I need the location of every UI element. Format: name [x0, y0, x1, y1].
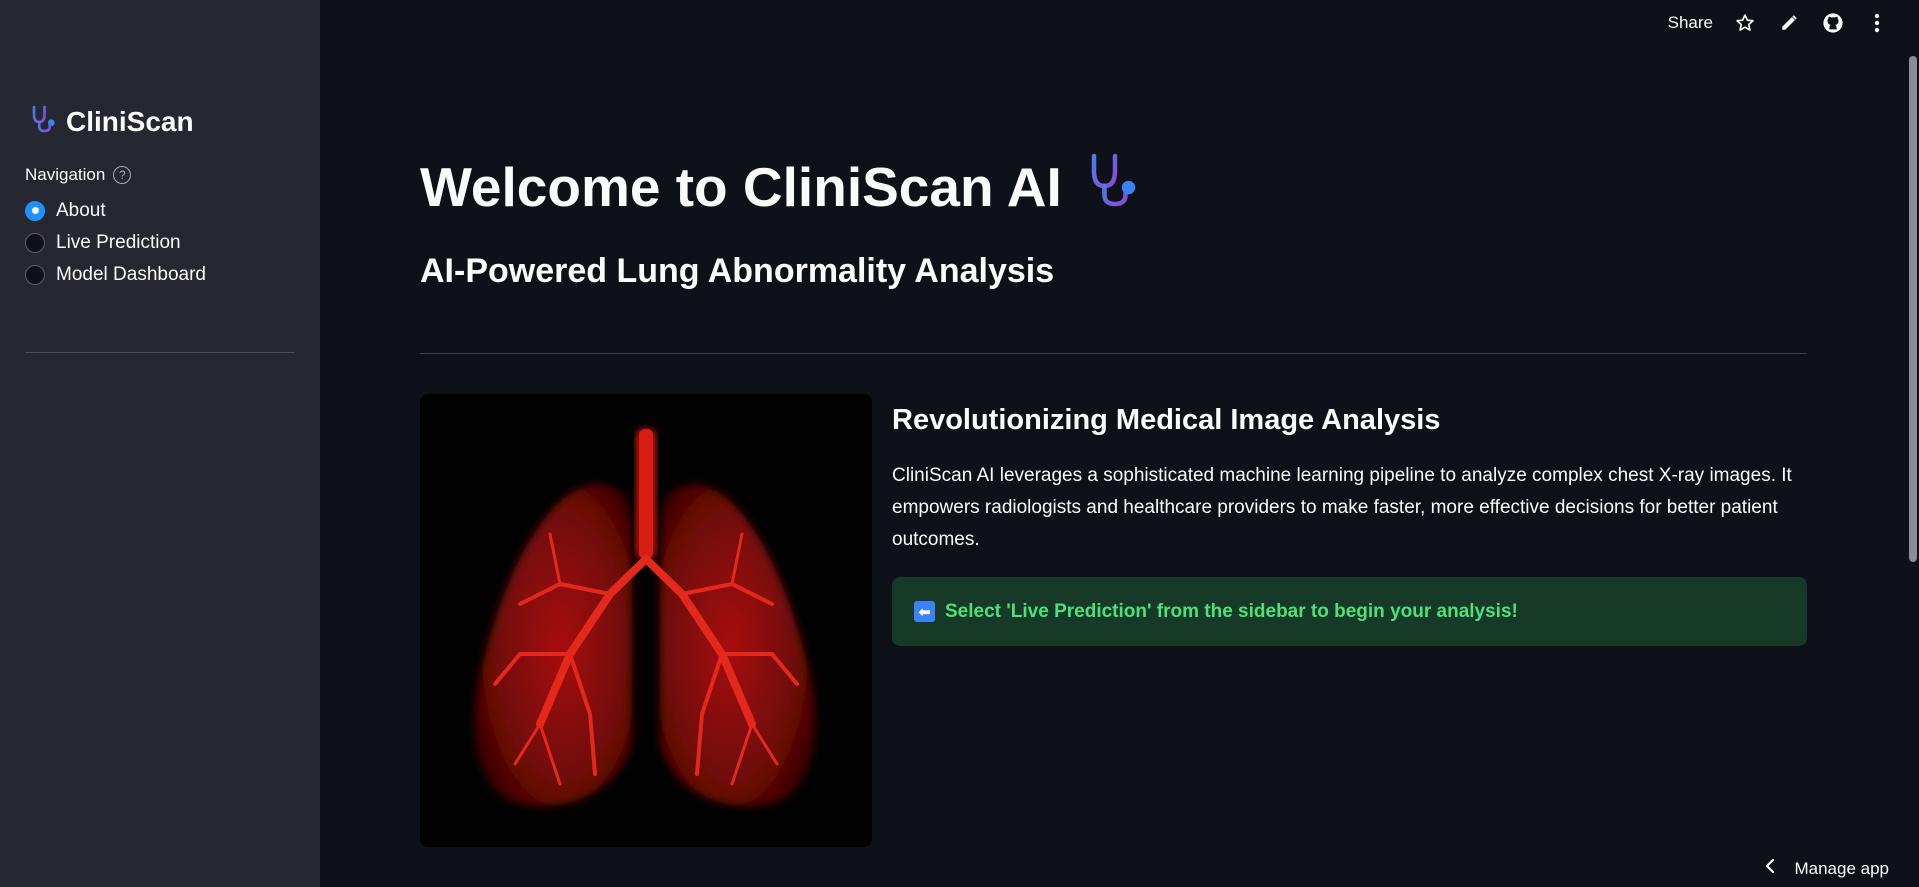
arrow-left-icon: ⬅	[914, 601, 935, 622]
help-circle-icon[interactable]: ?	[113, 166, 132, 184]
navigation-radio-group: About Live Prediction Model Dashboard	[25, 200, 206, 285]
sidebar: CliniScan Navigation ? About Live Predic…	[0, 0, 320, 887]
navigation-label-text: Navigation	[25, 165, 106, 184]
pencil-icon[interactable]	[1777, 11, 1801, 35]
page-subtitle: AI-Powered Lung Abnormality Analysis	[420, 252, 1055, 290]
star-icon[interactable]	[1733, 11, 1757, 35]
page-title: Welcome to CliniScan AI	[420, 150, 1142, 223]
manage-app-button[interactable]: Manage app	[1764, 858, 1889, 879]
sidebar-divider	[25, 352, 295, 353]
scrollbar-thumb[interactable]	[1909, 56, 1917, 562]
page-title-text: Welcome to CliniScan AI	[420, 155, 1062, 218]
radio-button[interactable]	[25, 264, 45, 285]
chevron-left-icon	[1764, 858, 1776, 879]
radio-label-model-dashboard: Model Dashboard	[56, 263, 206, 285]
radio-button[interactable]	[25, 232, 45, 253]
brand-title: CliniScan	[66, 105, 194, 137]
content-divider	[420, 353, 1807, 354]
stethoscope-icon	[1082, 150, 1142, 223]
radio-about[interactable]: About	[25, 200, 206, 221]
brand: CliniScan	[28, 104, 194, 139]
radio-label-live-prediction: Live Prediction	[56, 231, 181, 253]
success-alert: ⬅ Select 'Live Prediction' from the side…	[892, 577, 1807, 646]
alert-text: Select 'Live Prediction' from the sideba…	[945, 600, 1518, 622]
github-icon[interactable]	[1821, 11, 1845, 35]
radio-label-about: About	[56, 199, 106, 221]
share-button[interactable]: Share	[1668, 13, 1713, 33]
section-title: Revolutionizing Medical Image Analysis	[892, 404, 1441, 436]
top-toolbar: Share	[1668, 10, 1889, 36]
radio-live-prediction[interactable]: Live Prediction	[25, 232, 206, 253]
manage-app-label: Manage app	[1794, 858, 1889, 878]
radio-button-selected[interactable]	[25, 200, 45, 221]
description-text: CliniScan AI leverages a sophisticated m…	[892, 465, 1792, 550]
navigation-label: Navigation ?	[25, 165, 132, 185]
stethoscope-icon	[28, 104, 58, 139]
more-vertical-icon[interactable]	[1865, 11, 1889, 35]
lung-illustration	[420, 394, 872, 847]
radio-model-dashboard[interactable]: Model Dashboard	[25, 264, 206, 285]
